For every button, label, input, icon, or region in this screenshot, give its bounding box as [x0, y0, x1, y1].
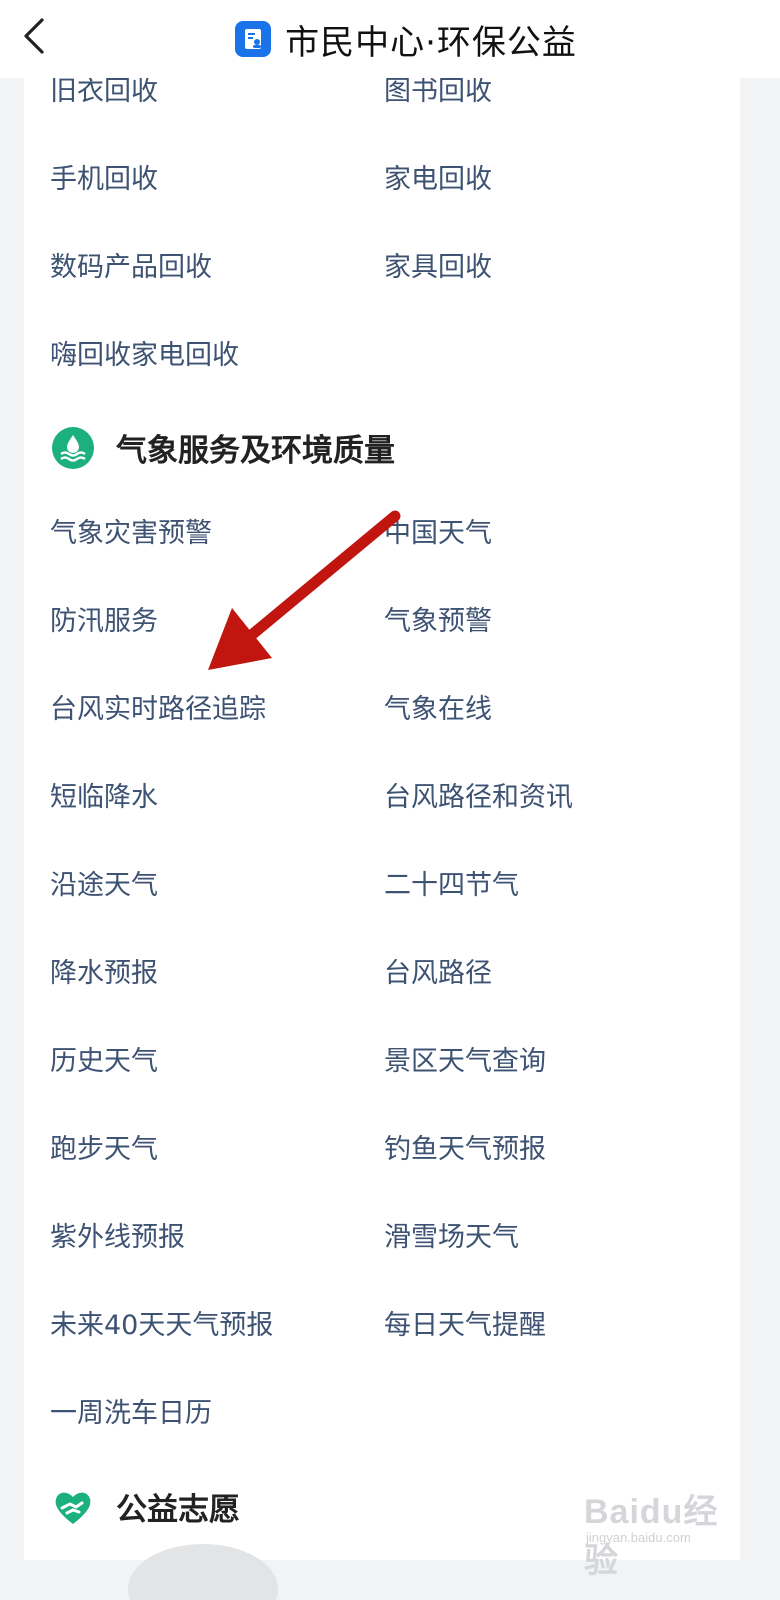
page-title-group: 市民中心·环保公益 — [0, 0, 780, 78]
service-link-typhoon-path[interactable]: 台风路径 — [384, 956, 492, 992]
service-link-rain-forecast[interactable]: 降水预报 — [50, 956, 158, 992]
service-link-route-weather[interactable]: 沿途天气 — [50, 868, 158, 904]
service-link-car-wash-calendar[interactable]: 一周洗车日历 — [50, 1396, 212, 1432]
service-link-weather-disaster-warning[interactable]: 气象灾害预警 — [50, 516, 212, 552]
service-link-40-day-forecast[interactable]: 未来40天天气预报 — [50, 1308, 273, 1344]
service-link-weather-warning[interactable]: 气象预警 — [384, 604, 492, 640]
service-link-ski-weather[interactable]: 滑雪场天气 — [384, 1220, 519, 1256]
service-link-solar-terms[interactable]: 二十四节气 — [384, 868, 519, 904]
service-link-hi-recycling-appliance[interactable]: 嗨回收家电回收 — [50, 338, 239, 374]
volunteer-section-title: 公益志愿 — [116, 1492, 240, 1528]
service-link-history-weather[interactable]: 历史天气 — [50, 1044, 158, 1080]
service-link-book-recycling[interactable]: 图书回收 — [384, 74, 492, 110]
weather-section-title: 气象服务及环境质量 — [116, 433, 395, 469]
top-navigation-bar: 市民中心·环保公益 — [0, 0, 780, 78]
heart-hand-icon — [55, 1492, 91, 1524]
service-link-running-weather[interactable]: 跑步天气 — [50, 1132, 158, 1168]
watermark-sub-text: jingyan.baidu.com — [586, 1530, 691, 1545]
service-link-appliance-recycling[interactable]: 家电回收 — [384, 162, 492, 198]
service-link-daily-weather-reminder[interactable]: 每日天气提醒 — [384, 1308, 546, 1344]
service-link-weather-online[interactable]: 气象在线 — [384, 692, 492, 728]
citizen-center-icon — [235, 21, 272, 57]
service-list-card: 旧衣回收 图书回收 手机回收 家电回收 数码产品回收 家具回收 嗨回收家电回收 … — [24, 0, 740, 1560]
service-link-furniture-recycling[interactable]: 家具回收 — [384, 250, 492, 286]
baidu-watermark: Baidu经验 jingyan.baidu.com — [584, 1484, 734, 1580]
page: 旧衣回收 图书回收 手机回收 家电回收 数码产品回收 家具回收 嗨回收家电回收 … — [0, 0, 780, 1600]
service-link-china-weather[interactable]: 中国天气 — [384, 516, 492, 552]
service-link-scenic-weather[interactable]: 景区天气查询 — [384, 1044, 546, 1080]
weather-section-header: 气象服务及环境质量 — [52, 425, 395, 470]
service-link-typhoon-realtime-track[interactable]: 台风实时路径追踪 — [50, 692, 266, 728]
service-link-nowcast-rain[interactable]: 短临降水 — [50, 780, 158, 816]
page-title: 市民中心·环保公益 — [285, 22, 577, 63]
service-link-fishing-forecast[interactable]: 钓鱼天气预报 — [384, 1132, 546, 1168]
service-link-old-clothes-recycling[interactable]: 旧衣回收 — [50, 74, 158, 110]
service-link-uv-forecast[interactable]: 紫外线预报 — [50, 1220, 185, 1256]
service-link-digital-recycling[interactable]: 数码产品回收 — [50, 250, 212, 286]
service-link-flood-service[interactable]: 防汛服务 — [50, 604, 158, 640]
service-link-phone-recycling[interactable]: 手机回收 — [50, 162, 158, 198]
volunteer-section-header: 公益志愿 — [52, 1484, 240, 1529]
service-link-typhoon-path-news[interactable]: 台风路径和资讯 — [384, 780, 573, 816]
water-wave-icon — [52, 426, 94, 469]
